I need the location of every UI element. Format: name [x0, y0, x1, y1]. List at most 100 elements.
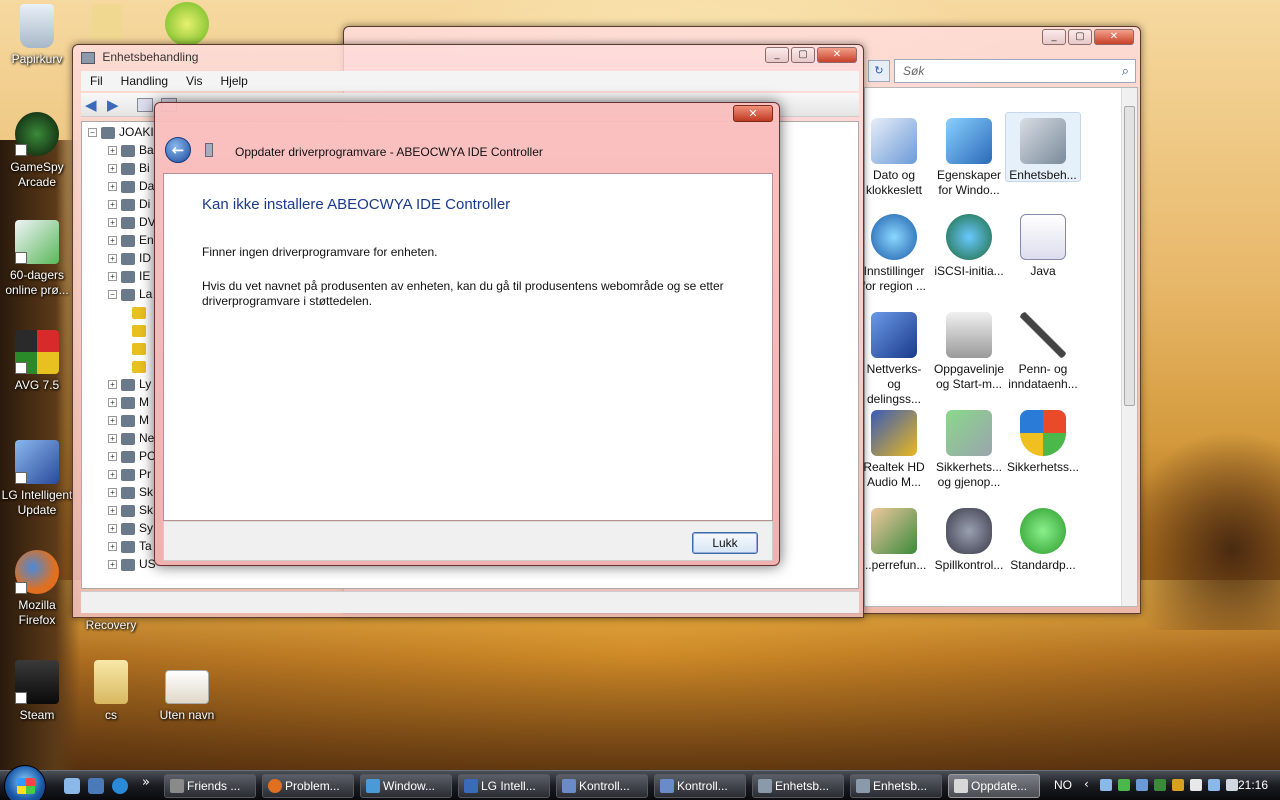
- taskbar-button-enhetsb-1[interactable]: Enhetsb...: [752, 774, 844, 798]
- expand-icon[interactable]: +: [108, 218, 117, 228]
- back-arrow-icon[interactable]: ←: [165, 137, 191, 163]
- tree-node[interactable]: + Di: [108, 196, 150, 212]
- tree-node[interactable]: + IE: [108, 268, 150, 284]
- refresh-button[interactable]: ↻: [868, 60, 890, 82]
- tree-root[interactable]: − JOAKI: [88, 124, 154, 140]
- cp-item-taskbar-start[interactable]: Oppgavelinje og Start-m...: [931, 312, 1007, 392]
- expand-icon[interactable]: +: [108, 488, 117, 498]
- clock[interactable]: 21:16: [1238, 778, 1268, 792]
- tree-node[interactable]: + Sk: [108, 502, 153, 518]
- collapse-icon[interactable]: −: [108, 290, 117, 300]
- quick-launch-overflow[interactable]: »: [142, 775, 150, 790]
- expand-icon[interactable]: +: [108, 182, 117, 192]
- tree-node[interactable]: + M: [108, 412, 149, 428]
- minimize-button[interactable]: _: [765, 47, 789, 63]
- tree-node[interactable]: + DV: [108, 214, 156, 230]
- cp-item-windows-properties[interactable]: Egenskaper for Windo...: [931, 118, 1007, 198]
- expand-icon[interactable]: +: [108, 416, 117, 426]
- maximize-button[interactable]: ▢: [1068, 29, 1092, 45]
- cp-item-pen-input[interactable]: Penn- og inndataenh...: [1005, 312, 1081, 392]
- desktop-icon-office-trial[interactable]: 60-dagers online prø...: [0, 220, 74, 298]
- update-driver-dialog[interactable]: ✕ ← Oppdater driverprogramvare - ABEOCWY…: [154, 102, 780, 566]
- scrollbar-thumb[interactable]: [1124, 106, 1135, 406]
- cp-item-java[interactable]: Java: [1005, 214, 1081, 279]
- expand-icon[interactable]: +: [108, 236, 117, 246]
- expand-icon[interactable]: +: [108, 200, 117, 210]
- tree-node[interactable]: + Ne: [108, 430, 154, 446]
- tree-node-expanded[interactable]: − La: [108, 286, 152, 302]
- cp-item-security-center[interactable]: Sikkerhetss...: [1005, 410, 1081, 475]
- tree-child-warning[interactable]: [132, 358, 150, 374]
- cp-item-date-time[interactable]: Dato og klokkeslett: [859, 118, 929, 198]
- expand-icon[interactable]: +: [108, 470, 117, 480]
- tree-node[interactable]: + M: [108, 394, 149, 410]
- taskbar-button-enhetsb-2[interactable]: Enhetsb...: [850, 774, 942, 798]
- desktop-icon-firefox[interactable]: Mozilla Firefox: [0, 550, 74, 628]
- internet-explorer-icon[interactable]: [112, 778, 128, 794]
- tree-node[interactable]: + US: [108, 556, 156, 572]
- dialog-close-button[interactable]: ✕: [733, 105, 773, 122]
- close-button[interactable]: ✕: [1094, 29, 1134, 45]
- expand-icon[interactable]: +: [108, 524, 117, 534]
- network-tray-icon[interactable]: [1100, 779, 1112, 791]
- cp-item-network-sharing[interactable]: Nettverks- og delingss...: [859, 312, 929, 407]
- tray-app-icon[interactable]: [1190, 779, 1202, 791]
- tray-expand-icon[interactable]: ‹: [1084, 777, 1089, 791]
- expand-icon[interactable]: +: [108, 254, 117, 264]
- desktop-icon-cs-folder[interactable]: cs: [74, 660, 148, 723]
- desktop-icon-folder-top[interactable]: [92, 4, 122, 44]
- desktop-icon-recovery[interactable]: Recovery: [74, 618, 148, 633]
- tree-node[interactable]: + Da: [108, 178, 154, 194]
- expand-icon[interactable]: +: [108, 452, 117, 462]
- toolbar-view-icon[interactable]: [137, 98, 153, 112]
- cp-item-parental-controls[interactable]: ...perrefun...: [859, 508, 929, 573]
- desktop-icon-lg-update[interactable]: LG Intelligent Update: [0, 440, 74, 518]
- vertical-scrollbar[interactable]: [1121, 88, 1137, 606]
- cp-item-device-manager[interactable]: Enhetsbeh...: [1005, 112, 1081, 182]
- desktop-icon-recycle-bin[interactable]: Papirkurv: [0, 4, 74, 67]
- search-icon[interactable]: ⌕: [1122, 63, 1129, 79]
- tree-node[interactable]: + Bi: [108, 160, 150, 176]
- expand-icon[interactable]: +: [108, 434, 117, 444]
- tree-node[interactable]: + PC: [108, 448, 156, 464]
- collapse-icon[interactable]: −: [88, 128, 97, 138]
- tree-child-warning[interactable]: [132, 322, 150, 338]
- start-button[interactable]: [4, 765, 46, 800]
- tree-node[interactable]: + Sy: [108, 520, 153, 536]
- language-indicator[interactable]: NO: [1054, 778, 1072, 792]
- expand-icon[interactable]: +: [108, 542, 117, 552]
- desktop-icon-steam[interactable]: Steam: [0, 660, 74, 723]
- tree-node[interactable]: + Sk: [108, 484, 153, 500]
- show-desktop-icon[interactable]: [64, 778, 80, 794]
- switch-windows-icon[interactable]: [88, 778, 104, 794]
- maximize-button[interactable]: ▢: [791, 47, 815, 63]
- tree-node[interactable]: + Ta: [108, 538, 152, 554]
- tree-node[interactable]: + Ba: [108, 142, 154, 158]
- tree-child-warning[interactable]: [132, 340, 150, 356]
- menu-action[interactable]: Handling: [112, 74, 177, 91]
- tree-node[interactable]: + Pr: [108, 466, 151, 482]
- tree-node[interactable]: + ID: [108, 250, 151, 266]
- tray-app-icon[interactable]: [1136, 779, 1148, 791]
- close-dialog-button[interactable]: Lukk: [692, 532, 758, 554]
- menu-view[interactable]: Vis: [177, 74, 211, 91]
- cp-item-realtek-audio[interactable]: Realtek HD Audio M...: [859, 410, 929, 490]
- expand-icon[interactable]: +: [108, 146, 117, 156]
- tree-child-warning[interactable]: [132, 304, 150, 320]
- taskbar-button-windows[interactable]: Window...: [360, 774, 452, 798]
- forward-arrow-icon[interactable]: ▶: [107, 96, 119, 114]
- taskbar-button-lg-intell[interactable]: LG Intell...: [458, 774, 550, 798]
- desktop-icon-uten-navn[interactable]: Uten navn: [150, 660, 224, 723]
- desktop-icon-avg[interactable]: AVG 7.5: [0, 330, 74, 393]
- back-arrow-icon[interactable]: ◀: [85, 96, 97, 114]
- avg-tray-icon[interactable]: [1154, 779, 1166, 791]
- search-input[interactable]: Søk ⌕: [894, 59, 1136, 83]
- cp-item-iscsi[interactable]: iSCSI-initia...: [931, 214, 1007, 279]
- minimize-button[interactable]: _: [1042, 29, 1066, 45]
- expand-icon[interactable]: +: [108, 164, 117, 174]
- taskbar-button-problem[interactable]: Problem...: [262, 774, 354, 798]
- network-connection-icon[interactable]: [1208, 779, 1220, 791]
- tray-app-icon[interactable]: [1172, 779, 1184, 791]
- cp-item-game-controllers[interactable]: Spillkontrol...: [931, 508, 1007, 573]
- expand-icon[interactable]: +: [108, 560, 117, 570]
